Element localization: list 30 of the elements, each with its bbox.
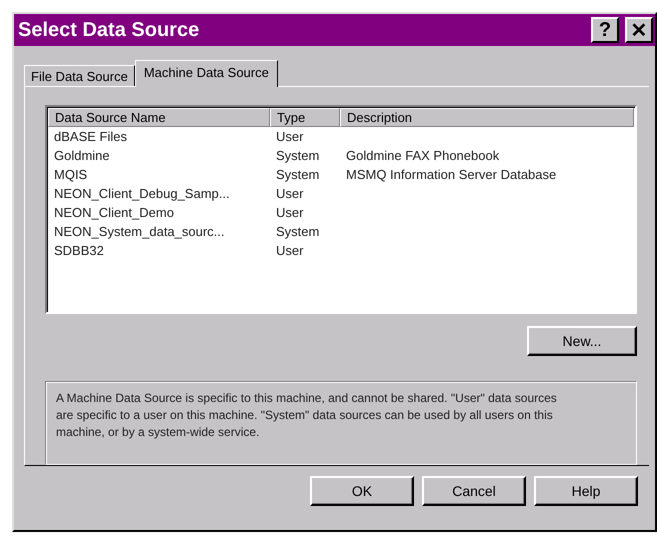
column-header[interactable]: Description — [340, 108, 634, 127]
table-cell-text: Goldmine FAX Phonebook — [345, 147, 500, 165]
table-cell-text: Goldmine — [53, 147, 111, 165]
description-text: A Machine Data Source is specific to this machine, and cannot be shared. "User" data sources are specific to a user on this machine. "System" data sources can be used by all users on this machine, or by a system-wide service. — [45, 381, 637, 465]
table-cell-text: MSMQ Information Server Database — [345, 166, 558, 184]
table-cell-text: User — [275, 185, 304, 203]
tab[interactable]: Machine Data Source — [134, 60, 278, 87]
new-button[interactable]: New... — [527, 326, 637, 356]
data-source-list[interactable] — [45, 105, 637, 314]
cancel-button[interactable]: Cancel — [422, 476, 526, 506]
help-button[interactable]: ? — [591, 17, 619, 43]
table-cell-text: NEON_Client_Demo — [53, 204, 175, 222]
table-cell-text: NEON_System_data_sourc... — [53, 223, 226, 241]
close-button[interactable]: ✕ — [625, 17, 653, 43]
table-cell-text: dBASE Files — [53, 128, 128, 146]
table-cell-text: System — [275, 223, 320, 241]
table-cell-text: User — [275, 242, 304, 260]
table-cell-text: System — [275, 166, 320, 184]
column-header[interactable]: Type — [270, 108, 340, 127]
table-cell-text: User — [275, 204, 304, 222]
help-button[interactable]: Help — [534, 476, 638, 506]
ok-button[interactable]: OK — [310, 476, 414, 506]
table-cell-text: SDBB32 — [53, 242, 105, 260]
table-cell-text: System — [275, 147, 320, 165]
window-title: Select Data Source — [18, 18, 200, 42]
table-cell-text: MQIS — [53, 166, 88, 184]
table-cell-text: User — [275, 128, 304, 146]
table-cell-text: NEON_Client_Debug_Samp... — [53, 185, 231, 203]
column-header[interactable]: Data Source Name — [48, 108, 270, 127]
tab[interactable]: File Data Source — [24, 65, 135, 86]
